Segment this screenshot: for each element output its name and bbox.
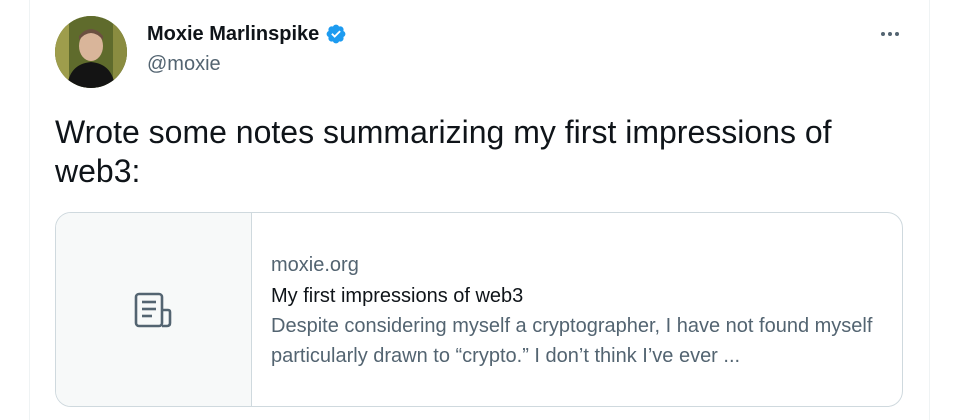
verified-badge-icon	[325, 23, 347, 45]
left-border	[29, 0, 30, 420]
card-description: Despite considering myself a cryptograph…	[271, 315, 873, 367]
card-domain: moxie.org	[271, 254, 359, 276]
more-dot	[895, 32, 899, 36]
avatar-image	[55, 16, 127, 88]
tweet-text: Wrote some notes summarizing my first im…	[55, 114, 832, 189]
more-options-button[interactable]	[874, 22, 906, 46]
author-name[interactable]: Moxie Marlinspike	[147, 21, 347, 47]
more-horizontal-icon	[881, 32, 885, 36]
right-border	[929, 0, 930, 420]
avatar[interactable]	[55, 16, 127, 88]
document-icon	[134, 292, 171, 327]
card-body[interactable]: moxie.org My first impressions of web3 D…	[252, 213, 891, 406]
author-handle[interactable]: @moxie	[147, 51, 221, 77]
card-thumbnail	[56, 213, 252, 406]
more-dot	[888, 32, 892, 36]
author-name-text[interactable]: Moxie Marlinspike	[147, 21, 319, 47]
card-title: My first impressions of web3	[271, 285, 524, 307]
link-preview-card[interactable]: moxie.org My first impressions of web3 D…	[55, 212, 903, 407]
